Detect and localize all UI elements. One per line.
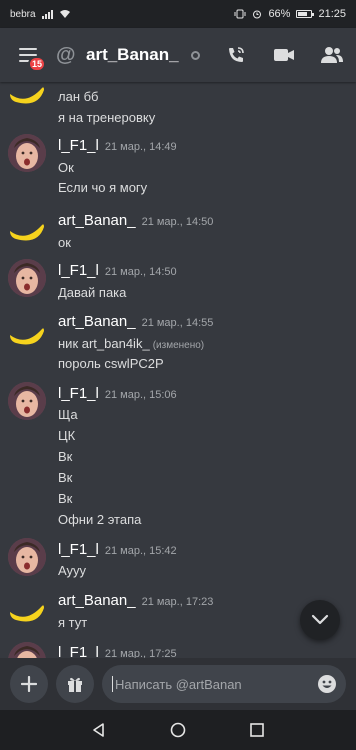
- avatar[interactable]: [8, 642, 46, 658]
- avatar[interactable]: [8, 259, 46, 297]
- message-timestamp: 21 мар., 15:06: [104, 389, 177, 401]
- message-author[interactable]: l_F1_l 21 мар., 15:06: [58, 385, 177, 402]
- message-text: Если чо я могу: [58, 180, 148, 195]
- voice-call-button[interactable]: [212, 28, 260, 82]
- avatar[interactable]: [8, 134, 46, 172]
- user-photo-icon: [8, 134, 46, 172]
- message-text: я на тренеровку: [58, 110, 156, 125]
- member-list-button[interactable]: [308, 28, 356, 82]
- emoji-button[interactable]: [316, 673, 338, 695]
- home-icon[interactable]: [170, 722, 186, 738]
- channel-header: 15 @ art_Banan_: [0, 28, 356, 82]
- message-text: Вк: [58, 491, 73, 506]
- avatar[interactable]: [8, 590, 46, 628]
- attach-button[interactable]: [10, 665, 48, 703]
- message-input[interactable]: Написать @artBanan: [102, 665, 346, 703]
- banana-icon: [10, 328, 44, 345]
- avatar[interactable]: [8, 82, 46, 110]
- message-text: Давай пака: [58, 285, 127, 300]
- message-author[interactable]: l_F1_l 21 мар., 14:50: [58, 262, 177, 279]
- message-timestamp: 21 мар., 14:50: [141, 216, 214, 228]
- message-timestamp: 21 мар., 17:25: [104, 648, 177, 658]
- plus-icon: [21, 676, 37, 692]
- message-text: Аууу: [58, 563, 87, 578]
- gift-button[interactable]: [56, 665, 94, 703]
- avatar[interactable]: [8, 382, 46, 420]
- chevron-down-icon: [311, 614, 329, 625]
- message-input-placeholder: Написать @artBanan: [115, 676, 242, 692]
- message-author[interactable]: art_Banan_ 21 мар., 14:55: [58, 313, 213, 330]
- message-input-bar: Написать @artBanan: [0, 658, 356, 710]
- vibrate-icon: [234, 9, 246, 19]
- video-call-button[interactable]: [260, 28, 308, 82]
- message-text: Вк: [58, 449, 73, 464]
- message-timestamp: 21 мар., 15:42: [104, 545, 177, 557]
- gift-icon: [68, 677, 82, 692]
- wifi-icon: [59, 10, 70, 18]
- notification-badge: 15: [28, 56, 47, 72]
- phone-icon: [229, 47, 244, 62]
- menu-button[interactable]: 15: [0, 28, 56, 82]
- message-timestamp: 21 мар., 14:49: [104, 141, 177, 153]
- message-timestamp: 21 мар., 14:50: [104, 266, 177, 278]
- message-timestamp: 21 мар., 14:55: [141, 317, 214, 329]
- alarm-icon: [253, 10, 262, 19]
- message-author[interactable]: l_F1_l 21 мар., 15:42: [58, 541, 177, 558]
- recents-icon[interactable]: [249, 722, 265, 738]
- avatar[interactable]: [8, 313, 46, 351]
- message-author[interactable]: art_Banan_ 21 мар., 17:23: [58, 592, 213, 609]
- message-text: Вк: [58, 470, 73, 485]
- back-icon[interactable]: [91, 722, 107, 738]
- carrier-label: bebra: [10, 8, 36, 20]
- message-text: я тут: [58, 615, 88, 630]
- user-photo-icon: [8, 382, 46, 420]
- message-text: Офни 2 этапа: [58, 512, 142, 527]
- message-text: лан бб: [58, 89, 99, 104]
- battery-percent: 66%: [268, 8, 291, 20]
- message-text: Ща: [58, 407, 78, 422]
- people-icon: [321, 47, 343, 63]
- banana-icon: [10, 87, 44, 104]
- message-text: ник art_ban4ik_ (изменено): [58, 336, 205, 351]
- banana-icon: [10, 224, 44, 241]
- edited-label: (изменено): [152, 340, 205, 351]
- channel-title[interactable]: art_Banan_: [86, 45, 179, 65]
- user-photo-icon: [8, 259, 46, 297]
- message-text: пороль cswlPC2P: [58, 356, 164, 371]
- message-author[interactable]: art_Banan_ 21 мар., 14:50: [58, 212, 213, 229]
- status-bar: bebra 66% 21:25: [0, 0, 356, 28]
- video-camera-icon: [274, 49, 294, 61]
- message-text: ЦК: [58, 428, 76, 443]
- banana-icon: [10, 605, 44, 622]
- jump-to-latest-button[interactable]: [300, 600, 340, 640]
- at-icon: @: [56, 43, 76, 66]
- message-timestamp: 21 мар., 17:23: [141, 596, 214, 608]
- user-photo-icon: [8, 538, 46, 576]
- text-caret: [112, 676, 113, 692]
- avatar[interactable]: [8, 538, 46, 576]
- message-author[interactable]: l_F1_l 21 мар., 14:49: [58, 137, 177, 154]
- message-list[interactable]: лан бб я на тренеровку l_F1_l 21 мар., 14…: [0, 82, 356, 658]
- system-navigation-bar: [0, 710, 356, 750]
- signal-icon: [41, 9, 53, 19]
- user-photo-icon: [8, 642, 46, 658]
- message-text: ок: [58, 235, 71, 250]
- message-author[interactable]: l_F1_l 21 мар., 17:25: [58, 644, 177, 658]
- offline-status-icon: [190, 50, 200, 60]
- avatar[interactable]: [8, 209, 46, 247]
- battery-icon: [296, 10, 315, 18]
- clock: 21:25: [318, 8, 346, 20]
- smiley-icon: [318, 675, 336, 693]
- message-text: Ок: [58, 160, 74, 175]
